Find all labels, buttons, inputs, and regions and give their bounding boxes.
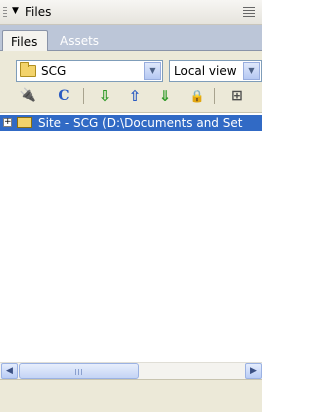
- tree-item-label: Site - SCG (D:\Documents and Set: [38, 116, 243, 130]
- put-files-icon[interactable]: ⇧: [125, 87, 145, 105]
- site-select[interactable]: SCG ▼: [16, 60, 163, 82]
- folder-icon: [17, 117, 32, 128]
- chevron-down-icon[interactable]: ▼: [243, 62, 260, 80]
- scroll-right-icon[interactable]: ▶: [245, 363, 262, 379]
- view-select[interactable]: Local view ▼: [169, 60, 262, 82]
- files-panel-header[interactable]: ▼ Files: [0, 0, 262, 25]
- scroll-left-icon[interactable]: ◀: [1, 363, 18, 379]
- view-select-value: Local view: [174, 64, 237, 78]
- check-in-icon[interactable]: 🔒: [187, 87, 207, 105]
- scrollbar-grip-icon: [75, 369, 84, 375]
- panel-title: Files: [25, 5, 52, 19]
- check-out-icon[interactable]: ⇓: [155, 87, 175, 105]
- connect-icon[interactable]: 🔌: [18, 87, 38, 105]
- toolbar-separator: [83, 88, 84, 104]
- site-select-value: SCG: [41, 64, 67, 78]
- tree-row-site[interactable]: + Site - SCG (D:\Documents and Set: [0, 115, 262, 131]
- scrollbar-thumb[interactable]: [19, 363, 139, 379]
- panel-options-icon[interactable]: [243, 7, 255, 17]
- site-folder-icon: [20, 62, 36, 77]
- expand-panel-icon[interactable]: ⊞: [227, 87, 247, 105]
- collapse-arrow-icon[interactable]: ▼: [12, 6, 19, 16]
- chevron-down-icon[interactable]: ▼: [144, 62, 161, 80]
- toolbar-separator: [214, 88, 215, 104]
- status-bar: [0, 379, 262, 412]
- horizontal-scrollbar[interactable]: ◀ ▶: [0, 362, 262, 379]
- tab-assets[interactable]: Assets: [52, 30, 107, 51]
- tab-files[interactable]: Files: [2, 30, 48, 51]
- get-files-icon[interactable]: ⇩: [95, 87, 115, 105]
- refresh-icon[interactable]: C: [54, 87, 74, 105]
- tab-strip: Files Assets: [0, 25, 262, 51]
- expand-toggle-icon[interactable]: +: [3, 118, 12, 127]
- panel-grip-icon[interactable]: [3, 7, 7, 18]
